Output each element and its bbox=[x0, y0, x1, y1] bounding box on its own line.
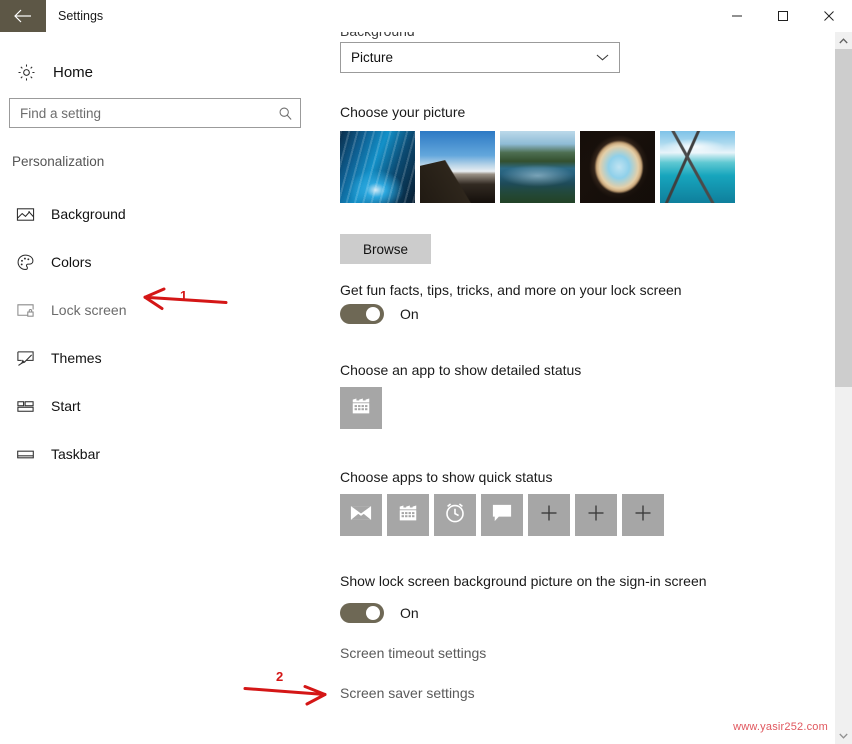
turquoise-sea-thumbnail[interactable] bbox=[660, 131, 735, 203]
quick-status-add-tile[interactable] bbox=[575, 494, 617, 536]
mail-icon bbox=[350, 504, 372, 527]
search-icon[interactable] bbox=[270, 106, 300, 121]
scroll-up-button[interactable] bbox=[835, 32, 852, 49]
sidebar: Home Find a setting Personalization Back… bbox=[0, 32, 312, 744]
screen-timeout-settings-link[interactable]: Screen timeout settings bbox=[340, 645, 486, 661]
fun-facts-toggle[interactable] bbox=[340, 304, 384, 324]
calendar-icon bbox=[350, 395, 372, 422]
choose-picture-label: Choose your picture bbox=[340, 104, 466, 120]
quick-status-label: Choose apps to show quick status bbox=[340, 469, 553, 485]
ice-cave-thumbnail[interactable] bbox=[340, 131, 415, 203]
plus-icon bbox=[586, 503, 606, 528]
start-tiles-icon bbox=[10, 397, 40, 416]
app-title: Settings bbox=[58, 9, 104, 23]
sidebar-item-label: Colors bbox=[51, 254, 92, 270]
maximize-button[interactable] bbox=[760, 0, 806, 32]
vertical-scrollbar[interactable] bbox=[835, 32, 852, 744]
minimize-icon bbox=[732, 15, 742, 17]
sidebar-item-label: Themes bbox=[51, 350, 102, 366]
toggle-knob bbox=[366, 606, 380, 620]
chevron-down-icon bbox=[585, 53, 619, 62]
detailed-status-app-tile[interactable] bbox=[340, 387, 382, 429]
signin-background-toggle-state: On bbox=[400, 605, 419, 621]
brush-icon bbox=[10, 349, 40, 368]
sidebar-item-background[interactable]: Background bbox=[0, 190, 312, 238]
sidebar-item-colors[interactable]: Colors bbox=[0, 238, 312, 286]
close-button[interactable] bbox=[806, 0, 852, 32]
sidebar-item-lock-screen[interactable]: Lock screen bbox=[0, 286, 312, 334]
calendar-icon bbox=[397, 502, 419, 529]
sidebar-item-taskbar[interactable]: Taskbar bbox=[0, 430, 312, 478]
scrollbar-track[interactable] bbox=[835, 387, 852, 727]
sidebar-item-label: Lock screen bbox=[51, 302, 127, 318]
chevron-down-icon bbox=[839, 733, 848, 739]
scroll-down-button[interactable] bbox=[835, 727, 852, 744]
search-placeholder: Find a setting bbox=[20, 105, 102, 121]
annotation-number-1: 1 bbox=[180, 288, 188, 303]
search-input[interactable]: Find a setting bbox=[9, 98, 301, 128]
quick-status-add-tile[interactable] bbox=[528, 494, 570, 536]
settings-content-pane: Background Picture Choose your picture B… bbox=[312, 32, 834, 744]
sidebar-item-label: Background bbox=[51, 206, 126, 222]
annotation-number-2: 2 bbox=[276, 669, 284, 684]
palette-icon bbox=[10, 253, 40, 272]
fun-facts-label: Get fun facts, tips, tricks, and more on… bbox=[340, 282, 682, 298]
fun-facts-toggle-state: On bbox=[400, 306, 419, 322]
background-type-value: Picture bbox=[351, 50, 394, 65]
picture-thumbnail-list bbox=[340, 131, 735, 203]
message-icon bbox=[491, 503, 513, 528]
signin-background-label: Show lock screen background picture on t… bbox=[340, 573, 707, 589]
minimize-button[interactable] bbox=[714, 0, 760, 32]
back-arrow-icon bbox=[14, 9, 32, 23]
close-icon bbox=[824, 11, 834, 21]
chevron-up-icon bbox=[839, 37, 848, 43]
sidebar-item-themes[interactable]: Themes bbox=[0, 334, 312, 382]
watermark: www.yasir252.com bbox=[733, 721, 828, 733]
maximize-icon bbox=[778, 11, 788, 21]
signin-background-toggle-row: On bbox=[340, 603, 419, 623]
back-button[interactable] bbox=[0, 0, 46, 32]
quick-status-mail-tile[interactable] bbox=[340, 494, 382, 536]
alarm-clock-icon bbox=[443, 501, 467, 530]
quick-status-calendar-tile[interactable] bbox=[387, 494, 429, 536]
quick-status-message-tile[interactable] bbox=[481, 494, 523, 536]
signin-background-toggle[interactable] bbox=[340, 603, 384, 623]
taskbar-icon bbox=[10, 445, 40, 464]
title-bar: Settings bbox=[0, 0, 852, 32]
image-icon bbox=[10, 205, 40, 224]
gear-icon bbox=[10, 63, 42, 82]
sidebar-item-label: Start bbox=[51, 398, 81, 414]
toggle-knob bbox=[366, 307, 380, 321]
browse-button[interactable]: Browse bbox=[340, 234, 431, 264]
fun-facts-toggle-row: On bbox=[340, 304, 419, 324]
sidebar-nav-list: Background Colors Lock screen Themes Sta… bbox=[0, 190, 312, 478]
cave-beach-thumbnail[interactable] bbox=[580, 131, 655, 203]
quick-status-add-tile[interactable] bbox=[622, 494, 664, 536]
screen-saver-settings-link[interactable]: Screen saver settings bbox=[340, 685, 475, 701]
sidebar-category-label: Personalization bbox=[12, 154, 105, 169]
mountain-ridge-thumbnail[interactable] bbox=[420, 131, 495, 203]
background-type-dropdown[interactable]: Picture bbox=[340, 42, 620, 73]
sidebar-item-start[interactable]: Start bbox=[0, 382, 312, 430]
scrollbar-thumb[interactable] bbox=[835, 49, 852, 387]
quick-status-app-row bbox=[340, 494, 664, 536]
detailed-status-app-row bbox=[340, 387, 382, 429]
mountain-lake-thumbnail[interactable] bbox=[500, 131, 575, 203]
sidebar-item-home[interactable]: Home bbox=[10, 53, 296, 91]
background-section-heading: Background bbox=[340, 32, 415, 40]
detailed-status-label: Choose an app to show detailed status bbox=[340, 362, 582, 378]
plus-icon bbox=[633, 503, 653, 528]
quick-status-alarm-tile[interactable] bbox=[434, 494, 476, 536]
lock-screen-icon bbox=[10, 301, 40, 320]
sidebar-item-label: Taskbar bbox=[51, 446, 101, 462]
plus-icon bbox=[539, 503, 559, 528]
sidebar-home-label: Home bbox=[53, 63, 94, 81]
